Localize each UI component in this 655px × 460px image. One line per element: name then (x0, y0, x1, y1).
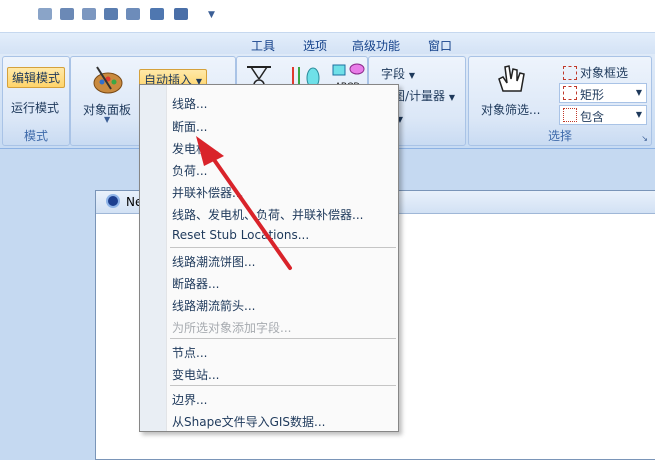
qat-icon[interactable] (38, 8, 52, 20)
contains-icon (563, 108, 577, 122)
menu-item-add-field: 为所选对象添加字段... (172, 321, 292, 335)
contains-dropdown[interactable]: 包含 ▼ (559, 105, 647, 125)
hand-pointer-icon (498, 65, 525, 92)
tab-options[interactable]: 选项 (303, 37, 327, 54)
qat-icon[interactable] (82, 8, 96, 20)
menu-item-border[interactable]: 边界... (172, 391, 207, 408)
edit-mode-button[interactable]: 编辑模式 (7, 67, 66, 88)
app-icon (106, 194, 120, 208)
field-label: 字段 (381, 67, 406, 81)
box-select-icon (563, 66, 577, 80)
chevron-down-icon: ▼ (635, 88, 642, 97)
menu-item-section[interactable]: 断面... (172, 118, 207, 135)
contains-label: 包含 (580, 110, 605, 124)
menu-bar: 工具 选项 高级功能 窗口 (0, 32, 655, 55)
tab-tools[interactable]: 工具 (251, 37, 275, 54)
group-label-select: 选择 (547, 129, 572, 143)
chevron-down-icon: ▼ (635, 110, 642, 119)
menu-item-load[interactable]: 负荷... (172, 162, 207, 179)
menu-separator (170, 385, 396, 386)
chevron-down-icon: ▼ (104, 115, 111, 124)
chevron-down-icon: ▼ (408, 71, 415, 80)
group-select: 对象筛选... 对象框选 矩形 ▼ 包含 ▼ 选择 ↘ (468, 56, 652, 146)
qat-dropdown-icon[interactable]: ▼ (208, 10, 215, 20)
menu-item-shunt[interactable]: 并联补偿器... (172, 184, 243, 201)
rectangle-label: 矩形 (580, 88, 605, 102)
group-mode: 编辑模式 运行模式 模式 (2, 56, 70, 146)
menu-item-reset-stub[interactable]: Reset Stub Locations... (172, 228, 309, 242)
menu-item-import-gis[interactable]: 从Shape文件导入GIS数据... (172, 413, 325, 430)
run-mode-button[interactable]: 运行模式 (11, 99, 59, 116)
qat-icon[interactable] (150, 8, 164, 20)
menu-gutter (140, 85, 167, 431)
menu-separator (170, 247, 396, 248)
menu-item-flow-arrow[interactable]: 线路潮流箭头... (172, 297, 255, 314)
chevron-down-icon: ▼ (448, 93, 456, 102)
menu-item-breaker[interactable]: 断路器... (172, 275, 219, 292)
qat-icon[interactable] (104, 8, 118, 20)
qat-icon[interactable] (60, 8, 74, 20)
object-box-select-button[interactable]: 对象框选 (580, 64, 628, 81)
qat-icon[interactable] (126, 8, 140, 20)
field-button[interactable]: 字段 ▼ (381, 65, 415, 82)
menu-separator (170, 338, 396, 339)
auto-insert-menu: 线路... 断面... 发电机... 负荷... 并联补偿器... 线路、发电机… (139, 84, 399, 432)
dialog-launcher-icon[interactable]: ↘ (641, 134, 648, 143)
quick-access-toolbar: ▼ (0, 0, 655, 32)
object-filter-button[interactable]: 对象筛选... (481, 101, 540, 118)
qat-icon[interactable] (174, 8, 188, 20)
menu-item-substation[interactable]: 变电站... (172, 366, 219, 383)
tab-advanced[interactable]: 高级功能 (352, 37, 400, 54)
menu-item-all[interactable]: 线路、发电机、负荷、并联补偿器... (172, 206, 363, 223)
menu-item-generator[interactable]: 发电机... (172, 140, 219, 157)
group-label-mode: 模式 (23, 129, 48, 143)
menu-item-flow-pie[interactable]: 线路潮流饼图... (172, 253, 255, 270)
rectangle-dropdown[interactable]: 矩形 ▼ (559, 83, 647, 103)
rectangle-icon (563, 86, 577, 100)
menu-item-line[interactable]: 线路... (172, 95, 207, 112)
menu-item-bus[interactable]: 节点... (172, 344, 207, 361)
object-panel-icon (93, 66, 123, 94)
tab-window[interactable]: 窗口 (428, 37, 452, 54)
